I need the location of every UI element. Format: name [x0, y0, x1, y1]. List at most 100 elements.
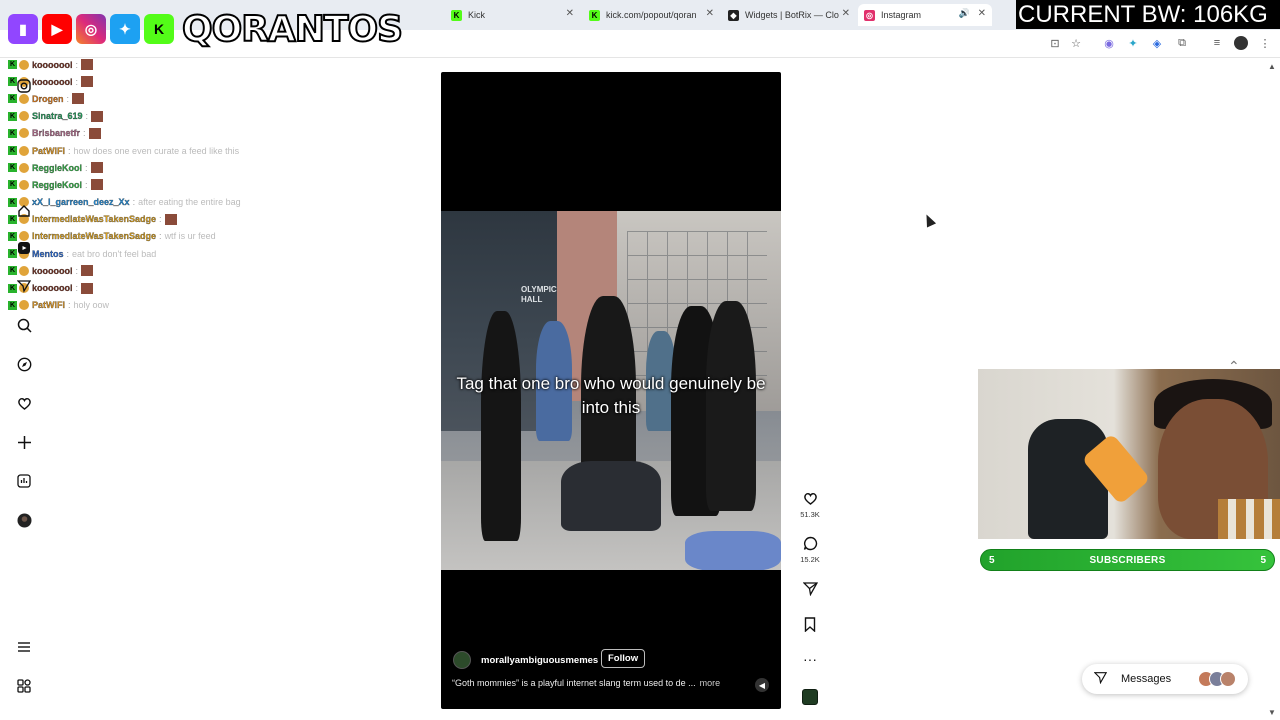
contact-avatar [1220, 671, 1236, 687]
chat-username[interactable]: Sinatra_619 [32, 111, 83, 121]
emote-icon [91, 110, 104, 122]
messages-nav-icon[interactable] [16, 278, 32, 294]
chat-text: how does one even curate a feed like thi… [73, 145, 240, 156]
chat-message: K Drogen: [8, 90, 308, 107]
chat-message: K PatWIFI: holy oow [8, 297, 308, 314]
reels-icon[interactable] [16, 240, 32, 256]
chat-message: K IntermediateWasTakenSadge: wtf is ur fee… [8, 228, 308, 245]
chat-separator: : [75, 283, 79, 294]
chat-username[interactable]: Mentos [32, 249, 64, 259]
create-plus-icon[interactable] [16, 434, 32, 450]
bodyweight-banner: CURRENT BW: 106KG [1016, 0, 1280, 29]
close-tab-icon[interactable]: ✕ [566, 8, 574, 19]
chat-username[interactable]: xX_I_garreen_deez_Xx [32, 197, 130, 207]
chat-message: K Sinatra_619: [8, 108, 308, 125]
bookmark-star-icon[interactable]: ☆ [1069, 36, 1083, 50]
bookmark-icon[interactable] [800, 615, 820, 633]
close-tab-icon[interactable]: ✕ [706, 8, 714, 19]
reel-author-username[interactable]: morallyambiguousmemes [481, 655, 598, 666]
chat-username[interactable]: ReggieKool [32, 180, 82, 190]
chat-username[interactable]: IntermediateWasTakenSadge [32, 214, 156, 224]
chat-message: Kkooooool: [8, 73, 308, 90]
profile-avatar-icon[interactable] [16, 512, 32, 528]
puzzle-icon[interactable]: ⧉ [1175, 36, 1189, 50]
emote-icon [90, 179, 103, 191]
media-control-icon[interactable]: ≡ [1210, 36, 1224, 50]
emote-icon [88, 127, 101, 139]
search-icon[interactable] [16, 317, 32, 333]
comment-icon[interactable] [800, 534, 820, 552]
close-tab-icon[interactable]: ✕ [842, 8, 850, 19]
profile-avatar[interactable] [1234, 36, 1248, 50]
person [481, 311, 521, 541]
chat-username[interactable]: Brisbanetfr [32, 128, 80, 138]
more-menu-icon[interactable] [16, 639, 32, 655]
menu-kebab-icon[interactable]: ⋮ [1258, 36, 1272, 50]
more-options-action[interactable]: ··· [800, 650, 820, 668]
chat-username[interactable]: PatWIFI [32, 145, 65, 155]
tab-botrix[interactable]: ◆ Widgets | BotRix — Cloud ✕ [722, 4, 856, 26]
audio-action[interactable] [800, 688, 820, 706]
chat-separator: : [75, 76, 79, 87]
chat-username[interactable]: IntermediateWasTakenSadge [32, 231, 156, 241]
also-from-meta-icon[interactable] [16, 678, 32, 694]
reel-player[interactable]: OLYMPIC HALL Tag that one bro who would … [441, 72, 781, 709]
user-badge-icon [19, 179, 29, 190]
tab-label: kick.com/popout/qorantos [606, 10, 696, 20]
chevron-up-icon[interactable]: ⌃ [1228, 358, 1240, 375]
screen: K Kick ✕ K kick.com/popout/qorantos ✕ ◆ … [0, 0, 1280, 720]
tab-instagram[interactable]: ◎ Instagram 🔊 ✕ [858, 4, 992, 26]
home-icon[interactable] [16, 203, 32, 219]
comment-count: 15.2K [800, 555, 820, 564]
chat-username[interactable]: kooooool [32, 77, 73, 87]
scroll-down-arrow-icon[interactable]: ▼ [1268, 708, 1276, 717]
instagram-favicon-icon: ◎ [864, 9, 875, 21]
follow-button[interactable]: Follow [601, 649, 646, 668]
chat-username[interactable]: kooooool [32, 266, 73, 276]
chat-username[interactable]: PatWIFI [32, 300, 65, 310]
audio-thumbnail-icon[interactable] [800, 688, 820, 706]
save-action[interactable] [800, 615, 820, 633]
share-icon[interactable] [800, 579, 820, 597]
messages-button[interactable]: Messages [1082, 664, 1248, 694]
heart-icon[interactable] [16, 395, 32, 411]
tab-kick-popout[interactable]: K kick.com/popout/qorantos ✕ [583, 4, 720, 26]
instagram-icon: ◎ [76, 14, 106, 44]
extension-icon[interactable]: ✦ [1126, 36, 1140, 50]
kick-badge-icon: K [8, 266, 17, 276]
chat-username[interactable]: ReggieKool [32, 163, 82, 173]
reel-caption: “Goth mommies” is a playful internet sla… [452, 678, 720, 688]
close-tab-icon[interactable]: ✕ [978, 8, 986, 19]
chat-username[interactable]: kooooool [32, 59, 73, 69]
like-action[interactable]: 51.3K [800, 489, 820, 519]
explore-icon[interactable] [16, 356, 32, 372]
emote-icon [81, 59, 94, 71]
speaker-icon[interactable]: 🔊 [959, 8, 970, 19]
mute-toggle-icon[interactable]: ◀ [755, 678, 769, 692]
ellipsis-icon[interactable]: ··· [800, 650, 820, 668]
dashboard-icon[interactable] [16, 473, 32, 489]
twitter-icon: ✦ [110, 14, 140, 44]
chat-message: K ReggieKool: [8, 159, 308, 176]
gaming-chair [1028, 419, 1108, 539]
extension-icon[interactable]: ◈ [1150, 36, 1164, 50]
tab-kick[interactable]: K Kick ✕ [445, 4, 580, 26]
user-badge-icon [19, 162, 29, 173]
install-app-icon[interactable]: ⊡ [1048, 36, 1062, 50]
chat-message: Kkooooool: [8, 279, 308, 296]
extension-icon[interactable]: ◉ [1102, 36, 1116, 50]
instagram-logo-icon[interactable] [16, 78, 32, 94]
share-action[interactable] [800, 579, 820, 597]
chat-username[interactable]: kooooool [32, 283, 73, 293]
more-link[interactable]: more [700, 678, 721, 688]
youtube-icon: ▶ [42, 14, 72, 44]
chat-message: K IntermediateWasTakenSadge: [8, 211, 308, 228]
chat-username[interactable]: Drogen [32, 94, 64, 104]
scroll-up-arrow-icon[interactable]: ▲ [1268, 62, 1276, 71]
heart-icon[interactable] [800, 489, 820, 507]
reel-author-avatar[interactable] [453, 651, 471, 669]
botrix-favicon-icon: ◆ [728, 9, 739, 21]
comment-action[interactable]: 15.2K [800, 534, 820, 564]
user-badge-icon [19, 59, 29, 70]
reel-caption-text: “Goth mommies” is a playful internet sla… [452, 678, 696, 688]
